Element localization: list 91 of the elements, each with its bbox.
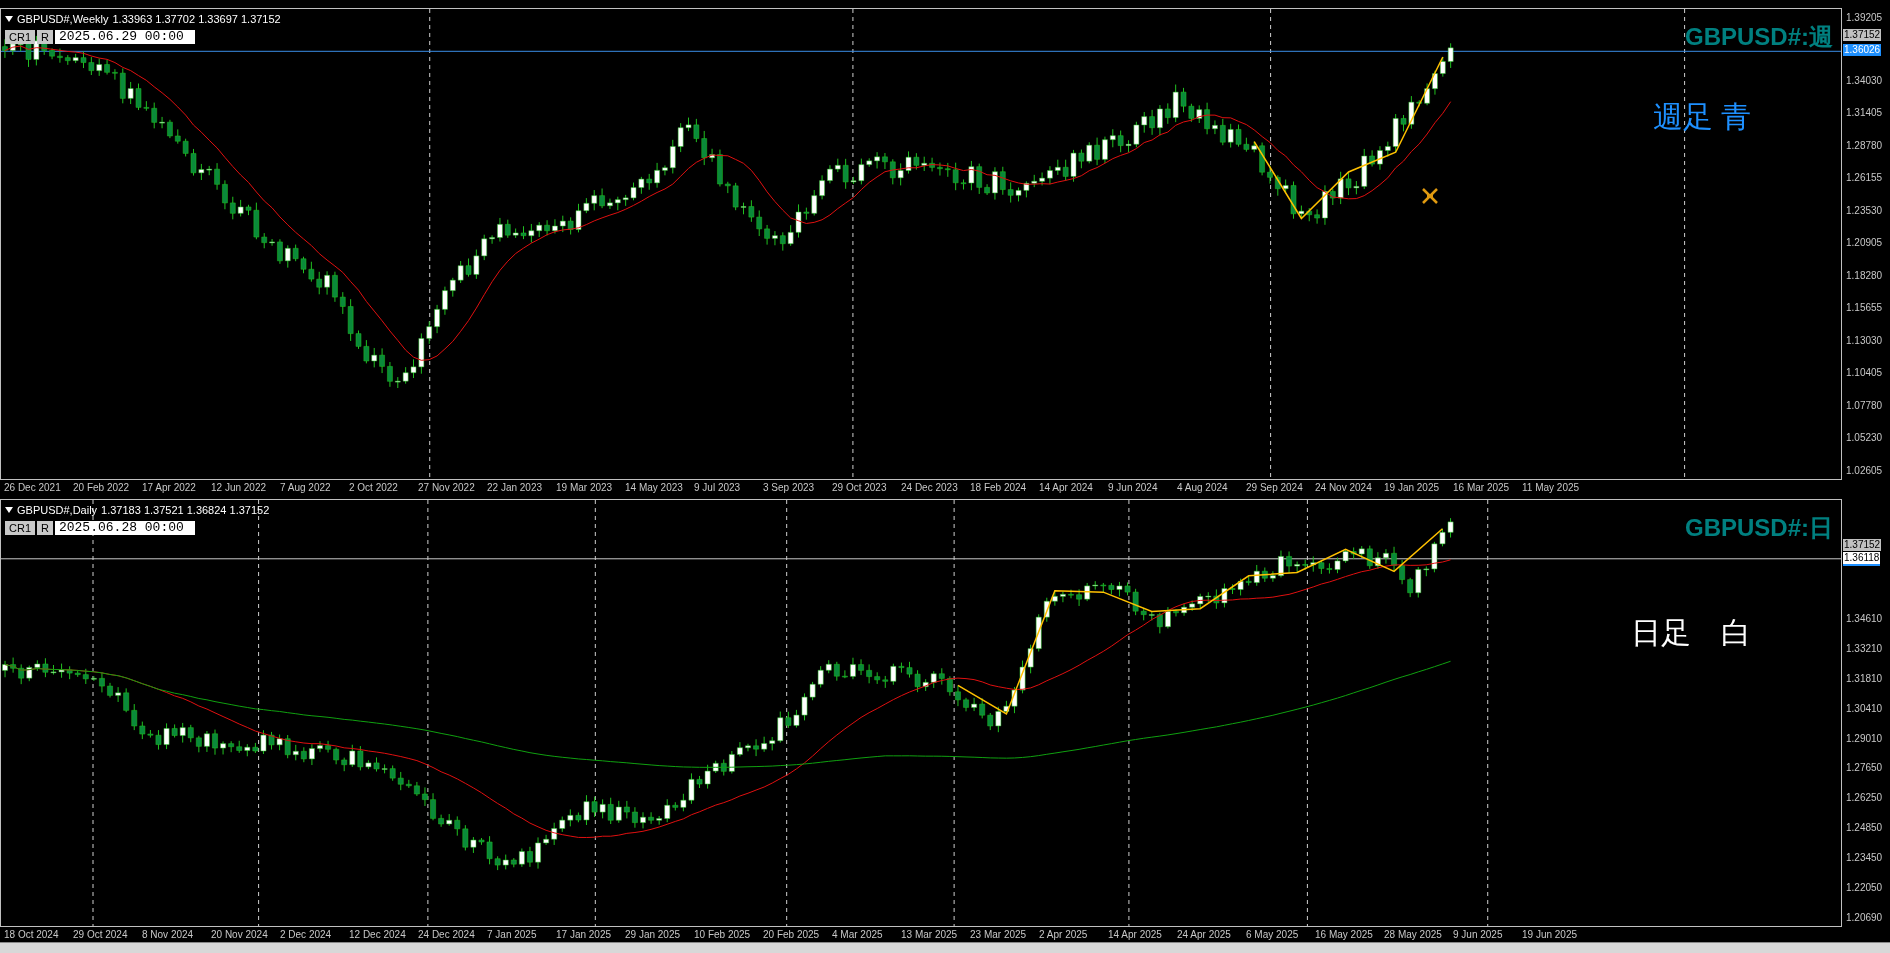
time-label: 14 Apr 2025 xyxy=(1108,928,1163,942)
price-tag: 1.36118 xyxy=(1843,552,1881,567)
time-label: 19 Jun 2025 xyxy=(1522,928,1579,942)
price-label: 1.26250 xyxy=(1846,791,1884,806)
price-label: 1.29010 xyxy=(1846,731,1884,746)
time-label: 12 Jun 2022 xyxy=(211,481,268,495)
time-label: 10 Feb 2025 xyxy=(694,928,752,942)
time-label: 7 Aug 2022 xyxy=(280,481,332,495)
price-label: 1.20690 xyxy=(1846,910,1884,925)
price-label: 1.07780 xyxy=(1846,398,1884,413)
time-label: 20 Feb 2022 xyxy=(73,481,131,495)
time-label: 14 May 2023 xyxy=(625,481,684,495)
price-label: 1.15655 xyxy=(1846,301,1884,316)
time-label: 14 Apr 2024 xyxy=(1039,481,1094,495)
chart-button[interactable]: R xyxy=(37,29,53,44)
price-label: 1.33210 xyxy=(1846,641,1884,656)
price-label: 1.24850 xyxy=(1846,821,1884,836)
time-label: 9 Jun 2024 xyxy=(1108,481,1159,495)
price-label: 1.31405 xyxy=(1846,106,1884,121)
time-label: 16 Mar 2025 xyxy=(1453,481,1511,495)
price-label: 1.34030 xyxy=(1846,73,1884,88)
chart-note: 日足 白 xyxy=(1631,615,1751,651)
time-label: 23 Mar 2025 xyxy=(970,928,1028,942)
price-label: 1.34610 xyxy=(1846,612,1884,626)
time-label: 8 Nov 2024 xyxy=(142,928,195,942)
time-label: 24 Dec 2024 xyxy=(418,928,476,942)
time-label: 9 Jun 2025 xyxy=(1453,928,1504,942)
time-label: 3 Sep 2023 xyxy=(763,481,816,495)
time-label: 19 Jan 2025 xyxy=(1384,481,1441,495)
time-label: 20 Feb 2025 xyxy=(763,928,821,942)
time-label: 13 Mar 2025 xyxy=(901,928,959,942)
price-tag: 1.37152 xyxy=(1843,538,1882,551)
price-label: 1.30410 xyxy=(1846,701,1884,716)
dropdown-icon[interactable] xyxy=(5,507,13,514)
price-tag: 1.37152 xyxy=(1843,29,1882,42)
price-label: 1.39205 xyxy=(1846,11,1884,25)
time-label: 18 Feb 2024 xyxy=(970,481,1028,495)
chart-label: GBPUSD#:週 xyxy=(1684,22,1833,52)
time-label: 22 Jan 2023 xyxy=(487,481,544,495)
price-label: 1.02605 xyxy=(1846,463,1884,478)
time-label: 2 Apr 2025 xyxy=(1039,928,1089,942)
chart-symbol: GBPUSD#,Daily xyxy=(17,503,98,518)
price-label: 1.10405 xyxy=(1846,366,1884,381)
time-label: 4 Mar 2025 xyxy=(832,928,884,942)
price-label: 1.05230 xyxy=(1846,431,1884,446)
date-field[interactable]: 2025.06.29 00:00 xyxy=(54,29,195,44)
price-label: 1.13030 xyxy=(1846,333,1884,348)
time-label: 29 Oct 2024 xyxy=(73,928,129,942)
price-label: 1.26155 xyxy=(1846,171,1884,186)
time-label: 4 Aug 2024 xyxy=(1177,481,1229,495)
ohlc-values: 1.33963 1.37702 1.33697 1.37152 xyxy=(112,12,281,27)
time-label: 20 Nov 2024 xyxy=(211,928,269,942)
time-label: 17 Jan 2025 xyxy=(556,928,613,942)
time-label: 28 May 2025 xyxy=(1384,928,1443,942)
chart-button[interactable]: CR1 xyxy=(5,520,35,535)
time-label: 29 Oct 2023 xyxy=(832,481,888,495)
chart-note: 週足 青 xyxy=(1652,99,1751,135)
chart-button[interactable]: CR1 xyxy=(5,29,35,44)
time-label: 6 May 2025 xyxy=(1246,928,1300,942)
time-label: 11 May 2025 xyxy=(1522,481,1581,495)
price-label: 1.18280 xyxy=(1846,268,1884,283)
time-label: 29 Jan 2025 xyxy=(625,928,682,942)
price-tag: 1.36026 xyxy=(1843,44,1882,57)
price-label: 1.27650 xyxy=(1846,761,1884,776)
price-label: 1.22050 xyxy=(1846,881,1884,895)
time-label: 19 Mar 2023 xyxy=(556,481,614,495)
dropdown-icon[interactable] xyxy=(5,16,13,23)
time-label: 2 Oct 2022 xyxy=(349,481,399,495)
time-label: 24 Apr 2025 xyxy=(1177,928,1232,942)
date-field[interactable]: 2025.06.28 00:00 xyxy=(54,520,195,535)
time-label: 16 May 2025 xyxy=(1315,928,1374,942)
time-label: 2 Dec 2024 xyxy=(280,928,333,942)
time-label: 26 Dec 2021 xyxy=(4,481,62,495)
price-label: 1.28780 xyxy=(1846,138,1884,153)
time-label: 9 Jul 2023 xyxy=(694,481,742,495)
chart-symbol: GBPUSD#,Weekly xyxy=(17,12,109,27)
chart-button[interactable]: R xyxy=(37,520,53,535)
time-label: 7 Jan 2025 xyxy=(487,928,538,942)
time-label: 29 Sep 2024 xyxy=(1246,481,1304,495)
price-label: 1.23530 xyxy=(1846,203,1884,218)
price-label: 1.23450 xyxy=(1846,851,1884,866)
time-label: 27 Nov 2022 xyxy=(418,481,476,495)
price-label: 1.31810 xyxy=(1846,671,1884,686)
ohlc-values: 1.37183 1.37521 1.36824 1.37152 xyxy=(101,503,270,518)
time-label: 18 Oct 2024 xyxy=(4,928,60,942)
time-label: 12 Dec 2024 xyxy=(349,928,407,942)
time-label: 17 Apr 2022 xyxy=(142,481,197,495)
chart-label: GBPUSD#:日 xyxy=(1684,513,1833,543)
price-label: 1.20905 xyxy=(1846,236,1884,251)
time-label: 24 Nov 2024 xyxy=(1315,481,1373,495)
time-label: 24 Dec 2023 xyxy=(901,481,959,495)
